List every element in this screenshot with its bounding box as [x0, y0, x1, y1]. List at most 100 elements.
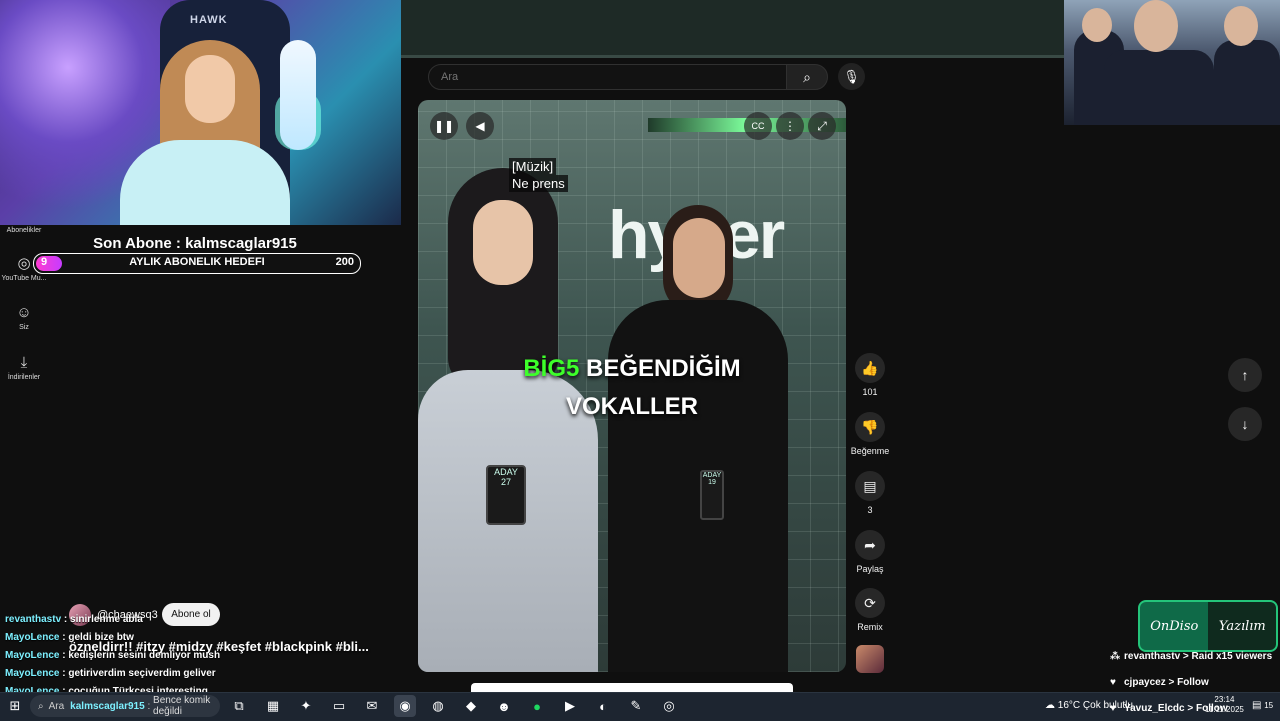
chat-message: MayoLence : kedişlerin sesini demliyor m… [5, 650, 221, 661]
steam-button[interactable]: ◍ [427, 695, 449, 717]
thumbs-down-icon: 👎 [855, 412, 885, 442]
more-vert-icon: ⋮ [784, 119, 796, 133]
volume-button[interactable]: ◀ [466, 112, 494, 140]
app-icon: ◎ [663, 698, 675, 713]
clock-date: 11.11.2025 [1205, 705, 1244, 714]
next-video-button[interactable]: ↓ [1228, 407, 1262, 441]
like-count: 101 [862, 387, 878, 397]
search-input[interactable] [429, 65, 761, 89]
app-icon: ✎ [630, 698, 642, 713]
alert-text: revanthastv > Raid x15 viewers [1124, 651, 1273, 662]
streamer-microphone [280, 40, 316, 150]
figure [1134, 0, 1178, 52]
remix-button[interactable]: ⟳ Remix [848, 588, 892, 632]
spotify-icon: ● [533, 698, 541, 714]
discord-icon: ☻ [497, 698, 511, 714]
contestant-two-face [673, 218, 725, 298]
chair-brand: HAWK [190, 14, 228, 26]
subscribe-button[interactable]: Abone ol [162, 603, 220, 626]
app-button[interactable]: ◆ [460, 695, 482, 717]
captions-button[interactable]: CC [744, 112, 772, 140]
chrome-button[interactable]: ◉ [394, 695, 416, 717]
clock-time: 23:14 [1214, 695, 1235, 704]
streamer-webcam: HAWK [0, 0, 401, 225]
arrow-up-icon: ↑ [1241, 367, 1249, 383]
chat-user: MayoLence [5, 632, 60, 643]
cloud-icon: ☁ [1045, 700, 1055, 711]
contestant-badge: ADAY 27 [486, 465, 526, 525]
share-button[interactable]: ➦ Paylaş [848, 530, 892, 574]
chat-text: sinirlenme abla [70, 614, 143, 625]
streamer-face [185, 55, 235, 123]
fullscreen-button[interactable]: ⤢ [808, 112, 836, 140]
search-icon: ⌕ [38, 700, 44, 712]
figure [1224, 6, 1258, 46]
sound-thumbnail[interactable] [856, 645, 884, 673]
video-overlay-text: BİG5 BEĞENDİĞİM VOKALLER [418, 350, 846, 426]
search-button[interactable]: ⌕ [786, 64, 828, 90]
comments-button[interactable]: ▤ 3 [848, 471, 892, 515]
like-button[interactable]: 👍 101 [848, 353, 892, 397]
store-button[interactable]: ▦ [262, 695, 284, 717]
chat-user: kalmscaglar915 [70, 700, 145, 712]
folder-icon: ▭ [332, 698, 346, 713]
more-options-button[interactable]: ⋮ [776, 112, 804, 140]
notification-center[interactable]: ▤ 15 [1252, 700, 1273, 711]
goal-target: 200 [335, 256, 354, 268]
chat-user: revanthastv [5, 614, 62, 625]
discord-button[interactable]: ☻ [493, 695, 515, 717]
chat-text: getiriverdim seçiverdim geliver [68, 668, 216, 679]
copilot-button[interactable]: ✦ [295, 695, 317, 717]
file-explorer-button[interactable]: ▭ [328, 695, 350, 717]
overlay-text: BEĞENDİĞİM [586, 355, 741, 382]
notification-count: 15 [1264, 701, 1274, 710]
steam-icon: ◍ [432, 698, 444, 713]
picture-in-picture-video[interactable] [1064, 0, 1280, 125]
search-box[interactable] [428, 64, 788, 90]
video-captions: [Müzik] Ne prens [509, 158, 568, 192]
app-button[interactable]: ◎ [658, 695, 680, 717]
mail-button[interactable]: ✉ [361, 695, 383, 717]
contestant-one-face [473, 200, 533, 285]
share-icon: ➦ [855, 530, 885, 560]
app-button[interactable]: ✎ [625, 695, 647, 717]
sidebar-item-subscriptions[interactable]: Abonelikler [0, 227, 48, 234]
start-button[interactable]: ⊞ [4, 695, 26, 717]
dislike-button[interactable]: 👎 Beğenme [848, 412, 892, 456]
spotify-button[interactable]: ● [526, 695, 548, 717]
voice-search-button[interactable]: 🎙 [838, 63, 865, 90]
sidebar-item-you[interactable]: ☺ Siz [0, 304, 48, 332]
alert-text: cjpaycez > Follow [1124, 677, 1209, 688]
notification-icon: ▤ [1252, 700, 1262, 711]
heart-icon: ♥ [1110, 703, 1116, 714]
previous-video-button[interactable]: ↑ [1228, 358, 1262, 392]
figure [1082, 8, 1112, 42]
share-label: Paylaş [856, 564, 884, 574]
sidebar-item-downloads[interactable]: ⤓ İndirilenler [0, 355, 48, 382]
weather-temp: 16°C [1057, 700, 1081, 711]
mail-icon: ✉ [366, 698, 378, 713]
sidebar-item-label: İndirilenler [7, 374, 41, 381]
arrow-down-icon: ↓ [1241, 416, 1249, 432]
last-subscriber: Son Abone : kalmscaglar915 [93, 235, 297, 252]
sidebar-item-label: YouTube Mu... [1, 275, 47, 282]
comments-panel-edge [471, 683, 793, 692]
streamer-body [120, 140, 290, 225]
app-icon: ▶ [565, 698, 575, 713]
obs-button[interactable]: ◐ [592, 695, 614, 717]
task-view-button[interactable]: ⧉ [228, 695, 250, 717]
taskbar-search[interactable]: ⌕ Ara kalmscaglar915 : Bence komik değil… [30, 695, 220, 717]
chat-message: MayoLence : getiriverdim seçiverdim geli… [5, 668, 216, 679]
remix-label: Remix [857, 622, 883, 632]
thumbs-up-icon: 👍 [855, 353, 885, 383]
app-button[interactable]: ▶ [559, 695, 581, 717]
copilot-icon: ✦ [300, 698, 312, 713]
pause-button[interactable]: ❚❚ [430, 112, 458, 140]
contestant-badge: ADAY 19 [700, 470, 724, 520]
clock[interactable]: 23:14 11.11.2025 [1205, 695, 1244, 715]
account-icon: ☺ [16, 304, 32, 321]
alert-raid: ⁂ revanthastv > Raid x15 viewers [1110, 651, 1272, 662]
sidebar-item-label: Abonelikler [6, 227, 42, 234]
remix-icon: ⟳ [855, 588, 885, 618]
expand-icon: ⤢ [817, 118, 827, 133]
